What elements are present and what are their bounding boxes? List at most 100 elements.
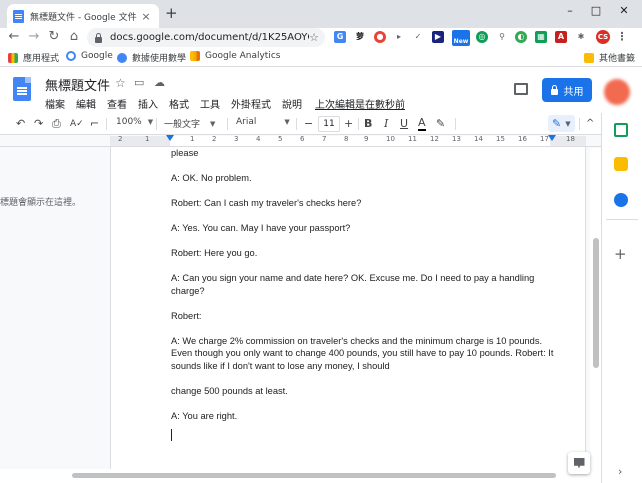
ruler-number: 11: [408, 135, 417, 143]
bookmark-data-usage[interactable]: 數據使用數學: [117, 51, 186, 64]
bookmark-apps[interactable]: 應用程式: [8, 51, 59, 64]
bookmark-other[interactable]: 其他書籤: [584, 51, 635, 64]
text-color-button[interactable]: A: [418, 117, 426, 131]
close-window-button[interactable]: ✕: [614, 2, 634, 20]
paragraph[interactable]: A: We charge 2% commission on traveler's…: [171, 335, 561, 373]
horizontal-scrollbar[interactable]: [0, 469, 601, 483]
bookmark-star-icon[interactable]: ☆: [309, 31, 319, 44]
decrease-font-size-button[interactable]: −: [304, 117, 313, 131]
keep-icon[interactable]: [614, 157, 628, 171]
minimize-button[interactable]: –: [560, 2, 580, 20]
font-size-input[interactable]: 11: [318, 116, 340, 132]
paragraph[interactable]: Robert: Can I cash my traveler's checks …: [171, 197, 561, 210]
extension-icon-2[interactable]: 萝: [354, 31, 366, 43]
extension-icon-11[interactable]: ▦: [535, 31, 547, 43]
tasks-icon[interactable]: [614, 193, 628, 207]
zoom-select[interactable]: 100% ▼: [116, 117, 153, 127]
ruler-number: 4: [256, 135, 261, 143]
paragraph[interactable]: A: Yes. You can. May I have your passpor…: [171, 222, 561, 235]
print-icon[interactable]: ⎙: [52, 117, 61, 131]
docs-logo-icon[interactable]: [13, 77, 31, 101]
docs-window: 無標題文件 - Google 文件 × + – □ ✕ ← → ↻ ⌂ docs…: [0, 0, 642, 483]
translate-extension-icon[interactable]: G: [334, 31, 346, 43]
new-badge-extension-icon[interactable]: New: [452, 30, 470, 46]
paint-format-icon[interactable]: ⌐: [90, 117, 99, 131]
highlight-color-icon[interactable]: ✎: [436, 117, 445, 131]
new-tab-button[interactable]: +: [165, 6, 178, 21]
tab-close-icon[interactable]: ×: [139, 10, 153, 23]
forward-button[interactable]: →: [26, 29, 42, 45]
font-select[interactable]: Arial ▼: [236, 117, 290, 127]
document-page[interactable]: please A: OK. No problem. Robert: Can I …: [110, 147, 586, 469]
ruler-number: 2: [212, 135, 217, 143]
menu-help[interactable]: 說明: [282, 96, 302, 111]
bold-button[interactable]: B: [364, 117, 372, 131]
document-title[interactable]: 無標題文件: [45, 75, 110, 94]
font-value: Arial: [236, 117, 257, 127]
bookmark-google[interactable]: Google: [66, 51, 113, 61]
profile-avatar[interactable]: CS: [596, 30, 610, 44]
increase-font-size-button[interactable]: +: [344, 117, 353, 131]
menu-edit[interactable]: 編輯: [76, 96, 96, 111]
extension-icon-9[interactable]: ⚲: [496, 31, 508, 43]
extension-icon-8[interactable]: ◎: [476, 31, 488, 43]
right-indent-marker[interactable]: [548, 135, 556, 141]
extension-icon-3[interactable]: ●: [374, 31, 386, 43]
extension-icon-6[interactable]: ▶: [432, 31, 444, 43]
comment-history-icon[interactable]: [514, 83, 528, 95]
home-button[interactable]: ⌂: [66, 29, 82, 45]
undo-icon[interactable]: ↶: [16, 117, 25, 131]
puzzle-extension-icon[interactable]: ✱: [575, 31, 587, 43]
italic-button[interactable]: I: [384, 117, 388, 131]
paragraph[interactable]: Robert: Here you go.: [171, 247, 561, 260]
extension-icon-5[interactable]: ✓: [412, 31, 424, 43]
url-bar[interactable]: docs.google.com/document/d/1K25AOYQ... ☆: [87, 28, 325, 47]
menu-addons[interactable]: 外掛程式: [231, 96, 271, 111]
reload-button[interactable]: ↻: [46, 29, 62, 45]
underline-button[interactable]: U: [400, 117, 408, 131]
paragraph[interactable]: A: Can you sign your name and date here?…: [171, 272, 561, 297]
menu-insert[interactable]: 插入: [138, 96, 158, 111]
vertical-scroll-thumb[interactable]: [593, 238, 599, 368]
paragraph[interactable]: change 500 pounds at least.: [171, 385, 561, 398]
star-icon[interactable]: ☆: [115, 76, 126, 90]
maximize-button[interactable]: □: [586, 2, 606, 20]
horizontal-scroll-thumb[interactable]: [72, 473, 556, 478]
extension-icon-4[interactable]: ▸: [393, 31, 405, 43]
explore-button[interactable]: [568, 452, 590, 474]
cloud-status-icon[interactable]: ☁: [154, 76, 165, 89]
back-button[interactable]: ←: [6, 29, 22, 45]
paragraph[interactable]: A: You are right.: [171, 410, 561, 423]
docs-header: 無標題文件 ☆ ▭ ☁ 檔案 編輯 查看 插入 格式 工具 外掛程式 說明 上次…: [0, 67, 642, 113]
bookmark-google-analytics[interactable]: Google Analytics: [190, 51, 280, 61]
account-avatar[interactable]: [604, 79, 630, 105]
vertical-scrollbar[interactable]: [590, 148, 601, 470]
move-folder-icon[interactable]: ▭: [134, 76, 144, 89]
spellcheck-icon[interactable]: A✓: [70, 117, 84, 131]
menu-view[interactable]: 查看: [107, 96, 127, 111]
share-button[interactable]: 共用: [542, 78, 592, 102]
last-edit-link[interactable]: 上次編輯是在數秒前: [315, 96, 405, 111]
browser-menu-icon[interactable]: ⋮: [616, 31, 628, 43]
menu-format[interactable]: 格式: [169, 96, 189, 111]
show-side-panel-icon[interactable]: ›: [618, 465, 622, 478]
paragraph[interactable]: A: OK. No problem.: [171, 172, 561, 185]
document-body[interactable]: please A: OK. No problem. Robert: Can I …: [171, 147, 561, 441]
editing-mode-select[interactable]: ✎ ▼: [548, 115, 575, 132]
pdf-extension-icon[interactable]: A: [555, 31, 567, 43]
menu-bar: 檔案 編輯 查看 插入 格式 工具 外掛程式 說明 上次編輯是在數秒前: [45, 96, 416, 111]
add-addon-button[interactable]: +: [614, 245, 627, 263]
paragraph[interactable]: please: [171, 147, 561, 160]
left-indent-marker[interactable]: [166, 135, 174, 141]
browser-tab[interactable]: 無標題文件 - Google 文件 ×: [7, 4, 159, 28]
collapse-menus-icon[interactable]: ^: [586, 117, 594, 131]
redo-icon[interactable]: ↷: [34, 117, 43, 131]
ruler[interactable]: 2 1 1 2 3 4 5 6 7 8 9 10 11 12 13 14 15 …: [0, 135, 601, 147]
sheets-icon[interactable]: [614, 123, 628, 137]
chevron-down-icon: ▼: [565, 119, 571, 128]
extension-icon-10[interactable]: ◐: [515, 31, 527, 43]
paragraph-style-select[interactable]: 一般文字 ▼: [164, 117, 215, 131]
paragraph[interactable]: Robert:: [171, 310, 561, 323]
menu-tools[interactable]: 工具: [200, 96, 220, 111]
menu-file[interactable]: 檔案: [45, 96, 65, 111]
